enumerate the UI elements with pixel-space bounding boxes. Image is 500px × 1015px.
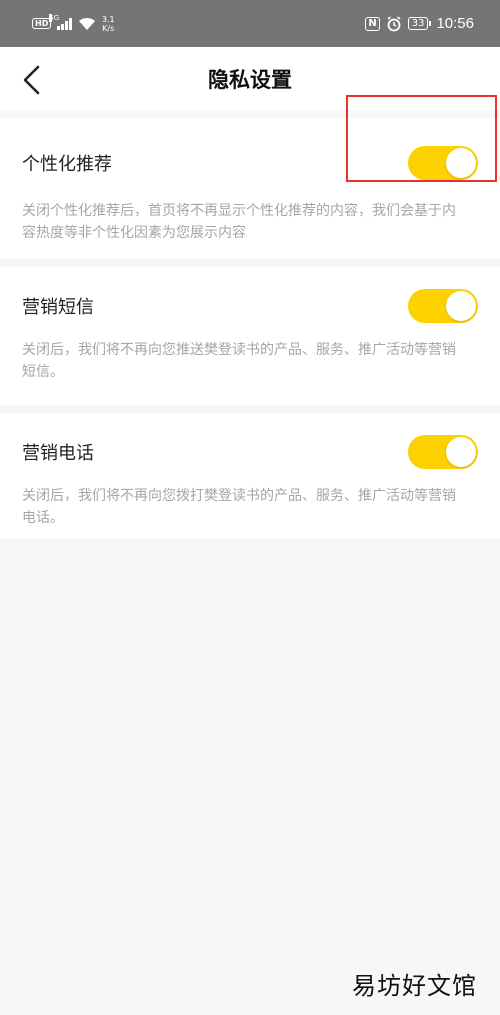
setting-marketing-sms: 营销短信 关闭后，我们将不再向您推送樊登读书的产品、服务、推广活动等营销短信。 xyxy=(0,267,500,405)
setting-description: 关闭后，我们将不再向您推送樊登读书的产品、服务、推广活动等营销短信。 xyxy=(22,342,456,380)
speed-value: 3.1 xyxy=(101,14,115,24)
page-title: 隐私设置 xyxy=(208,67,292,92)
status-bar: HD 5G 3.1 K/s N 33 10:56 xyxy=(0,0,500,47)
setting-row: 营销电话 xyxy=(22,413,478,491)
status-left: HD 5G 3.1 K/s xyxy=(32,13,115,33)
network-type-label: 5G xyxy=(49,13,60,22)
toggle-knob xyxy=(446,291,476,321)
setting-title: 营销电话 xyxy=(22,443,94,464)
marketing-sms-toggle[interactable] xyxy=(408,289,478,323)
setting-description: 关闭个性化推荐后，首页将不再显示个性化推荐的内容，我们会基于内容热度等非个性化因… xyxy=(22,203,456,241)
clock: 10:56 xyxy=(436,15,474,32)
navigation-bar: 隐私设置 xyxy=(0,47,500,110)
toggle-knob xyxy=(446,148,476,178)
setting-title: 个性化推荐 xyxy=(22,154,112,175)
toggle-knob xyxy=(446,437,476,467)
setting-marketing-calls: 营销电话 关闭后，我们将不再向您拨打樊登读书的产品、服务、推广活动等营销电话。 xyxy=(0,413,500,539)
marketing-calls-toggle[interactable] xyxy=(408,435,478,469)
alarm-icon xyxy=(387,15,401,31)
setting-description: 关闭后，我们将不再向您拨打樊登读书的产品、服务、推广活动等营销电话。 xyxy=(22,488,456,526)
battery-icon: 33 xyxy=(407,17,432,30)
setting-row: 个性化推荐 xyxy=(22,118,478,208)
network-speed: 3.1 K/s xyxy=(102,15,115,33)
setting-personalized-recommendation: 个性化推荐 关闭个性化推荐后，首页将不再显示个性化推荐的内容，我们会基于内容热度… xyxy=(0,118,500,259)
wifi-icon xyxy=(78,17,95,30)
back-arrow-icon[interactable] xyxy=(20,65,44,95)
cellular-signal-icon: 5G xyxy=(49,13,72,30)
watermark: 易坊好文馆 xyxy=(352,972,477,1000)
personalized-recommendation-toggle[interactable] xyxy=(408,146,478,180)
setting-row: 营销短信 xyxy=(22,267,478,345)
setting-title: 营销短信 xyxy=(22,297,94,318)
status-right: N 33 10:56 xyxy=(365,15,474,32)
speed-unit: K/s xyxy=(102,23,115,33)
nfc-icon: N xyxy=(365,16,380,31)
